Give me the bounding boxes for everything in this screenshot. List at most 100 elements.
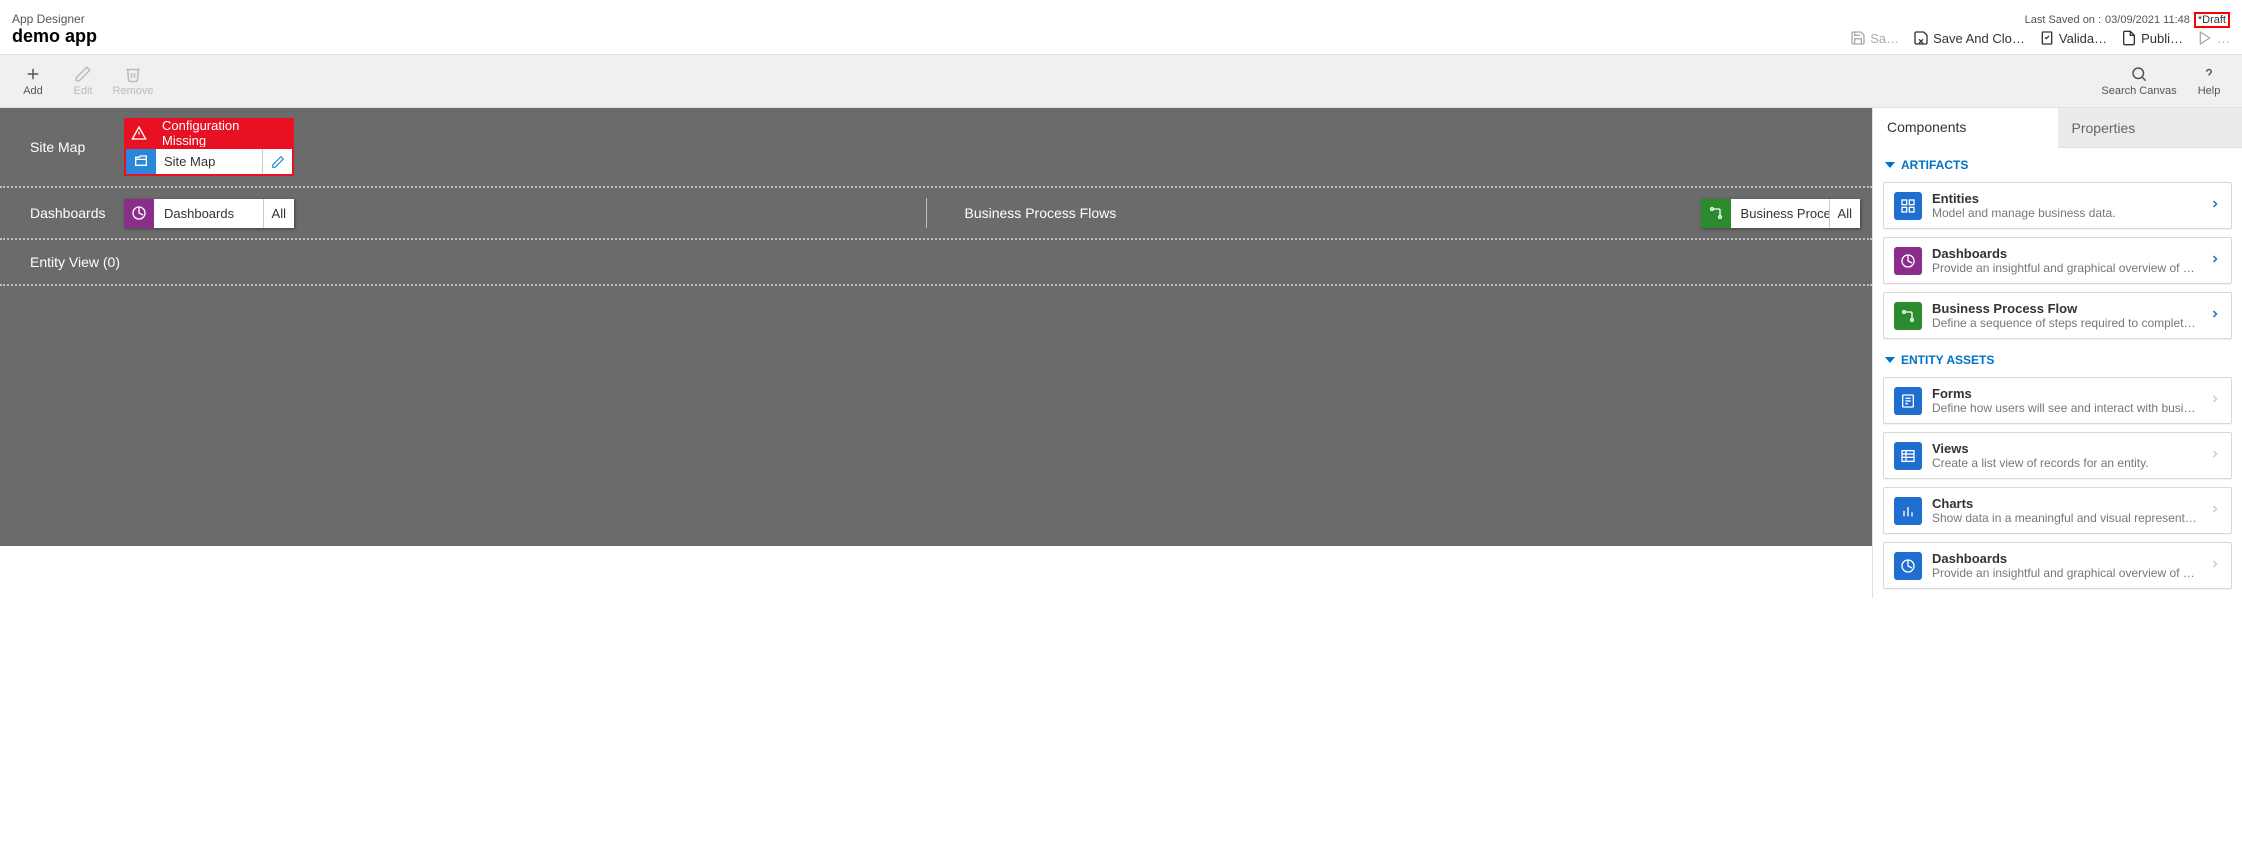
canvas-inner: Site Map Configuration Missing	[0, 108, 1872, 546]
help-button[interactable]: Help	[2184, 58, 2234, 104]
card-forms-desc: Define how users will see and interact w…	[1932, 401, 2199, 415]
flow-icon	[1894, 302, 1922, 330]
card-entities-title: Entities	[1932, 191, 2199, 206]
card-dashboards2-title: Dashboards	[1932, 551, 2199, 566]
play-icon	[2197, 30, 2213, 46]
dashboard-icon	[124, 199, 154, 228]
card-charts-desc: Show data in a meaningful and visual rep…	[1932, 511, 2199, 525]
card-forms[interactable]: Forms Define how users will see and inte…	[1883, 377, 2232, 424]
dashboards-bpf-section: Dashboards Dashboards All Business Proce…	[0, 188, 1872, 240]
save-button[interactable]: Sa…	[1850, 30, 1899, 46]
entity-view-label: Entity View (0)	[0, 240, 1872, 284]
add-button[interactable]: Add	[8, 58, 58, 104]
header-actions: Sa… Save And Clo… Valida… Publi… …	[1850, 30, 2230, 46]
toolbar: Add Edit Remove Search Canvas Help	[0, 54, 2242, 108]
sitemap-icon	[126, 149, 156, 174]
last-saved: Last Saved on : 03/09/2021 11:48 *Draft	[2025, 12, 2230, 28]
chevron-right-icon	[2209, 393, 2221, 408]
card-dashboards-title: Dashboards	[1932, 246, 2199, 261]
pencil-icon	[271, 155, 285, 169]
bpf-section-label: Business Process Flows	[947, 205, 1127, 221]
card-charts[interactable]: Charts Show data in a meaningful and vis…	[1883, 487, 2232, 534]
chevron-right-icon	[2209, 558, 2221, 573]
group-artifacts-label: ARTIFACTS	[1901, 158, 1968, 172]
bpf-tile[interactable]: Business Proces… All	[1701, 199, 1860, 228]
card-dashboards-asset[interactable]: Dashboards Provide an insightful and gra…	[1883, 542, 2232, 589]
header-left: App Designer demo app	[12, 12, 97, 47]
sitemap-section: Site Map Configuration Missing	[0, 108, 1872, 188]
sitemap-edit-button[interactable]	[262, 149, 292, 174]
play-label: …	[2217, 31, 2230, 46]
publish-icon	[2121, 30, 2137, 46]
bpf-tile-label: Business Proces…	[1731, 199, 1829, 228]
draft-badge: *Draft	[2194, 12, 2230, 28]
dashboards-tile-label: Dashboards	[154, 199, 263, 228]
sitemap-tile-label: Site Map	[156, 149, 262, 174]
side-panel: Components Properties ARTIFACTS Entities…	[1872, 108, 2242, 598]
card-views-desc: Create a list view of records for an ent…	[1932, 456, 2199, 470]
help-icon	[2200, 65, 2218, 83]
remove-label: Remove	[113, 85, 154, 97]
sitemap-tile[interactable]: Site Map	[124, 147, 294, 176]
dashboards-tile[interactable]: Dashboards All	[124, 199, 294, 228]
chevron-right-icon	[2209, 503, 2221, 518]
remove-button[interactable]: Remove	[108, 58, 158, 104]
forms-icon	[1894, 387, 1922, 415]
side-tabs: Components Properties	[1873, 108, 2242, 148]
validate-label: Valida…	[2059, 31, 2107, 46]
pencil-icon	[74, 65, 92, 83]
plus-icon	[24, 65, 42, 83]
help-label: Help	[2198, 85, 2221, 97]
validate-button[interactable]: Valida…	[2039, 30, 2107, 46]
publish-label: Publi…	[2141, 31, 2183, 46]
trash-icon	[124, 65, 142, 83]
card-charts-title: Charts	[1932, 496, 2199, 511]
chevron-right-icon	[2209, 198, 2221, 213]
views-icon	[1894, 442, 1922, 470]
card-bpf-title: Business Process Flow	[1932, 301, 2199, 316]
card-bpf-desc: Define a sequence of steps required to c…	[1932, 316, 2199, 330]
caret-down-icon	[1885, 160, 1895, 170]
search-canvas-button[interactable]: Search Canvas	[2094, 58, 2184, 104]
canvas-empty-area	[0, 286, 1872, 546]
charts-icon	[1894, 497, 1922, 525]
save-icon	[1850, 30, 1866, 46]
last-saved-value: 03/09/2021 11:48	[2105, 14, 2190, 26]
chevron-right-icon	[2209, 253, 2221, 268]
card-forms-title: Forms	[1932, 386, 2199, 401]
play-button[interactable]: …	[2197, 30, 2230, 46]
dashboards-all-button[interactable]: All	[263, 199, 294, 228]
edit-button[interactable]: Edit	[58, 58, 108, 104]
chevron-right-icon	[2209, 448, 2221, 463]
warning-icon	[124, 118, 154, 147]
card-views[interactable]: Views Create a list view of records for …	[1883, 432, 2232, 479]
tab-properties[interactable]: Properties	[2058, 108, 2242, 148]
group-artifacts[interactable]: ARTIFACTS	[1873, 148, 2242, 178]
validate-icon	[2039, 30, 2055, 46]
entity-view-section: Entity View (0)	[0, 240, 1872, 286]
card-bpf[interactable]: Business Process Flow Define a sequence …	[1883, 292, 2232, 339]
card-dashboards[interactable]: Dashboards Provide an insightful and gra…	[1883, 237, 2232, 284]
group-entity-assets[interactable]: ENTITY ASSETS	[1873, 343, 2242, 373]
card-dashboards-desc: Provide an insightful and graphical over…	[1932, 261, 2199, 275]
search-label: Search Canvas	[2101, 85, 2176, 97]
tab-components[interactable]: Components	[1873, 108, 2058, 148]
chevron-right-icon	[2209, 308, 2221, 323]
save-and-close-button[interactable]: Save And Clo…	[1913, 30, 2025, 46]
save-close-label: Save And Clo…	[1933, 31, 2025, 46]
bpf-all-button[interactable]: All	[1829, 199, 1860, 228]
dashboards-section-label: Dashboards	[12, 205, 112, 221]
canvas: Site Map Configuration Missing	[0, 108, 1872, 598]
last-saved-prefix: Last Saved on :	[2025, 14, 2101, 26]
card-views-title: Views	[1932, 441, 2199, 456]
config-missing-text: Configuration Missing	[154, 118, 294, 147]
card-entities-desc: Model and manage business data.	[1932, 206, 2199, 220]
edit-label: Edit	[74, 85, 93, 97]
dashboard-icon	[1894, 552, 1922, 580]
publish-button[interactable]: Publi…	[2121, 30, 2183, 46]
header-right: Last Saved on : 03/09/2021 11:48 *Draft …	[1850, 12, 2230, 46]
add-label: Add	[23, 85, 43, 97]
header: App Designer demo app Last Saved on : 03…	[0, 0, 2242, 54]
app-designer-label: App Designer	[12, 12, 97, 26]
card-entities[interactable]: Entities Model and manage business data.	[1883, 182, 2232, 229]
